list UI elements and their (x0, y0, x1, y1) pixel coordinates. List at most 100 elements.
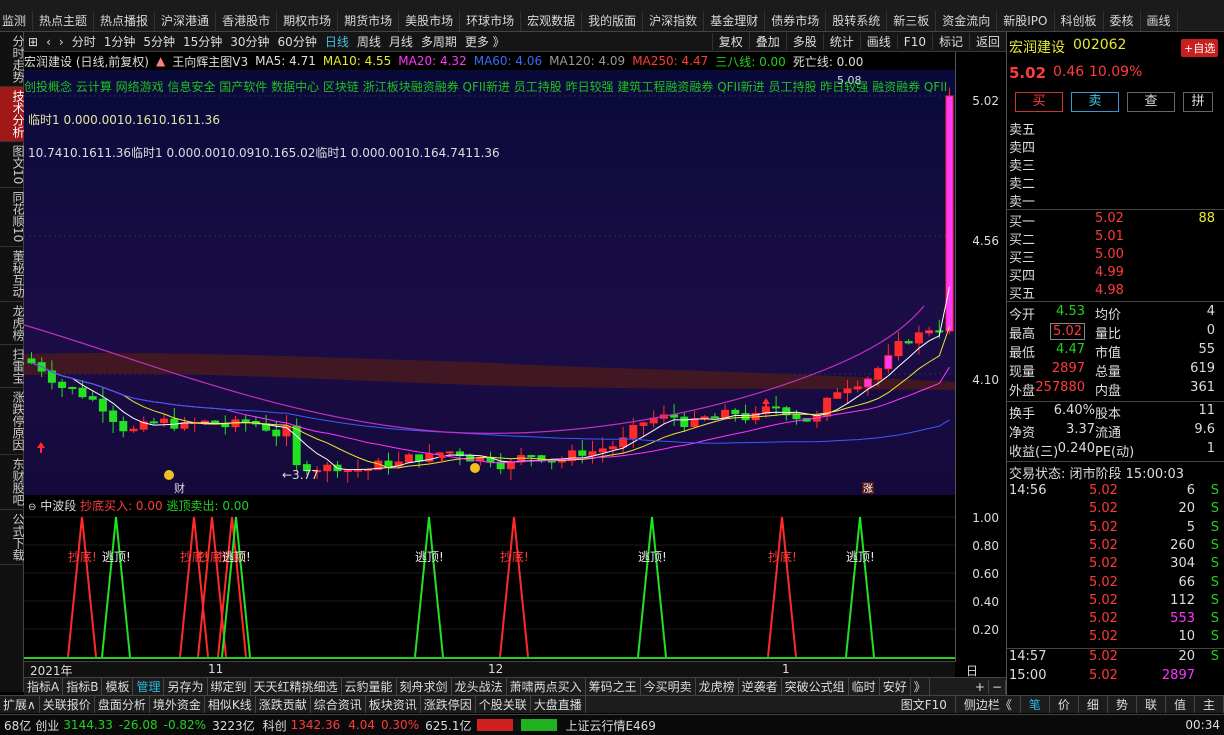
top-menu-item[interactable]: 期权市场 (277, 10, 339, 31)
period-tab[interactable]: 1分钟 (100, 33, 140, 50)
top-menu-item[interactable]: 新股IPO (997, 10, 1055, 31)
query-button[interactable]: 查 (1127, 92, 1175, 112)
formula-tab[interactable]: 绑定到 (208, 678, 251, 695)
period-tab[interactable]: 更多 》 (461, 33, 509, 50)
ext-tab[interactable]: 境外资金 (150, 696, 205, 713)
tool-button[interactable]: 叠加 (748, 33, 786, 50)
formula-tab[interactable]: 今买明卖 (641, 678, 696, 695)
top-menu-item[interactable]: 委核 (1104, 10, 1141, 31)
ext-right-tab[interactable]: 笔 (1021, 696, 1050, 713)
period-tab[interactable]: 日线 (321, 33, 353, 50)
top-menu-item[interactable]: 科创板 (1055, 10, 1104, 31)
sell-button[interactable]: 卖 (1071, 92, 1119, 112)
ext-tab[interactable]: 板块资讯 (366, 696, 421, 713)
top-menu-item[interactable]: 环球市场 (460, 10, 522, 31)
rail-tab[interactable]: 涨跌停原因 (0, 388, 25, 455)
formula-tab[interactable]: 另存为 (164, 678, 208, 695)
tool-button[interactable]: 统计 (822, 33, 860, 50)
buy-button[interactable]: 买 (1015, 92, 1063, 112)
formula-tab[interactable]: 逆袭者 (739, 678, 782, 695)
top-menu-item[interactable]: 热点主题 (33, 10, 95, 31)
period-tab[interactable]: 周线 (353, 33, 385, 50)
period-tab[interactable]: 分时 (68, 33, 100, 50)
rail-tab[interactable]: 技术分析 (0, 87, 25, 142)
formula-tab[interactable]: 萧啸两点买入 (507, 678, 586, 695)
top-menu-item[interactable]: 资金流向 (936, 10, 998, 31)
formula-tab[interactable]: 指标A (24, 678, 64, 695)
ext-right-tab[interactable]: 细 (1079, 696, 1108, 713)
kline-main-chart[interactable]: ←3.775.08财涨 (24, 70, 955, 495)
top-menu-item[interactable]: 债券市场 (765, 10, 827, 31)
ext-tab[interactable]: 大盘直播 (531, 696, 586, 713)
formula-tab[interactable]: 管理 (133, 678, 165, 695)
ext-right-tab[interactable]: 图文F10 (893, 696, 956, 713)
formula-tab[interactable]: 天天红精挑细选 (251, 678, 342, 695)
tool-button[interactable]: 返回 (968, 33, 1006, 50)
formula-tab[interactable]: 龙虎榜 (696, 678, 739, 695)
sub-indicator-chart[interactable]: 抄底! 逃顶! 抄底!抄底!抄底!逃顶! 逃顶! 抄底! 逃顶! 抄底! 逃顶! (24, 495, 955, 661)
top-menu-item[interactable]: 基金理财 (704, 10, 766, 31)
more-button[interactable]: 拼 (1183, 92, 1213, 112)
ext-right-tab[interactable]: 值 (1166, 696, 1195, 713)
rail-tab[interactable]: 分时走势 (0, 32, 25, 87)
add-watch-button[interactable]: +自选 (1181, 39, 1219, 57)
ext-tab[interactable]: 涨跌停因 (421, 696, 476, 713)
top-menu-item[interactable]: 股转系统 (826, 10, 888, 31)
ext-right-tab[interactable]: 侧边栏《 (956, 696, 1021, 713)
rail-tab[interactable]: 扫雷宝 (0, 345, 25, 388)
tool-button[interactable]: 复权 (711, 33, 749, 50)
top-menu-item[interactable]: 监测 (0, 10, 34, 31)
tool-button[interactable]: F10 (896, 34, 932, 49)
rail-tab[interactable]: 公式下载 (0, 510, 25, 565)
ext-tab[interactable]: 综合资讯 (311, 696, 366, 713)
tool-button[interactable]: 多股 (785, 33, 823, 50)
legend-formula[interactable]: 王向辉主图V3 (172, 53, 248, 70)
grid-icon[interactable]: ⊞ (24, 35, 42, 49)
top-menu-item[interactable]: 沪深港通 (155, 10, 217, 31)
ext-right-tab[interactable]: 价 (1050, 696, 1079, 713)
top-menu-item[interactable]: 美股市场 (399, 10, 461, 31)
rail-tab[interactable]: 董秘互动 (0, 247, 25, 302)
formula-tab[interactable]: 云豹量能 (342, 678, 397, 695)
collapse-icon[interactable]: ⊖ (28, 502, 36, 513)
period-tab[interactable]: 15分钟 (179, 33, 226, 50)
formula-tab[interactable]: 刻舟求剑 (397, 678, 452, 695)
formula-tab[interactable]: 临时 (849, 678, 880, 695)
ext-tab[interactable]: 扩展∧ (0, 696, 40, 713)
period-tab[interactable]: 多周期 (417, 33, 461, 50)
rail-tab[interactable]: 图文10 (0, 142, 25, 189)
formula-tab[interactable]: 安好 (880, 678, 911, 695)
ext-right-tab[interactable]: 势 (1108, 696, 1137, 713)
formula-tab[interactable]: 突破公式组 (782, 678, 849, 695)
ext-tab[interactable]: 相似K线 (205, 696, 256, 713)
legend-formula-icon[interactable]: ▲ (156, 54, 165, 68)
ext-right-tab[interactable]: 主 (1195, 696, 1224, 713)
minus-icon[interactable]: − (989, 679, 1006, 694)
period-tab[interactable]: 5分钟 (139, 33, 179, 50)
formula-tab[interactable]: 指标B (63, 678, 103, 695)
ext-tab[interactable]: 涨跌贡献 (256, 696, 311, 713)
top-menu-item[interactable]: 香港股市 (216, 10, 278, 31)
tool-button[interactable]: 画线 (859, 33, 897, 50)
rail-tab[interactable]: 同花顺10 (0, 188, 25, 247)
top-menu-item[interactable]: 宏观数据 (521, 10, 583, 31)
back-icon[interactable]: ‹ (42, 35, 55, 49)
ext-tab[interactable]: 关联报价 (40, 696, 95, 713)
top-menu-item[interactable]: 新三板 (887, 10, 937, 31)
top-menu-item[interactable]: 我的版面 (582, 10, 644, 31)
top-menu-item[interactable]: 期货市场 (338, 10, 400, 31)
tool-button[interactable]: 标记 (931, 33, 969, 50)
plus-icon[interactable]: + (972, 679, 989, 694)
ext-tab[interactable]: 盘面分析 (95, 696, 150, 713)
formula-tab[interactable]: 筹码之王 (586, 678, 641, 695)
forward-icon[interactable]: › (55, 35, 68, 49)
formula-tab[interactable]: 》 (911, 678, 930, 695)
period-tab[interactable]: 月线 (385, 33, 417, 50)
formula-tab[interactable]: 模板 (102, 678, 134, 695)
rail-tab[interactable]: 龙虎榜 (0, 302, 25, 345)
ext-right-tab[interactable]: 联 (1137, 696, 1166, 713)
rail-tab[interactable]: 东财股吧 (0, 455, 25, 510)
top-menu-item[interactable]: 热点播报 (94, 10, 156, 31)
top-menu-item[interactable]: 画线 (1141, 10, 1178, 31)
ext-tab[interactable]: 个股关联 (476, 696, 531, 713)
